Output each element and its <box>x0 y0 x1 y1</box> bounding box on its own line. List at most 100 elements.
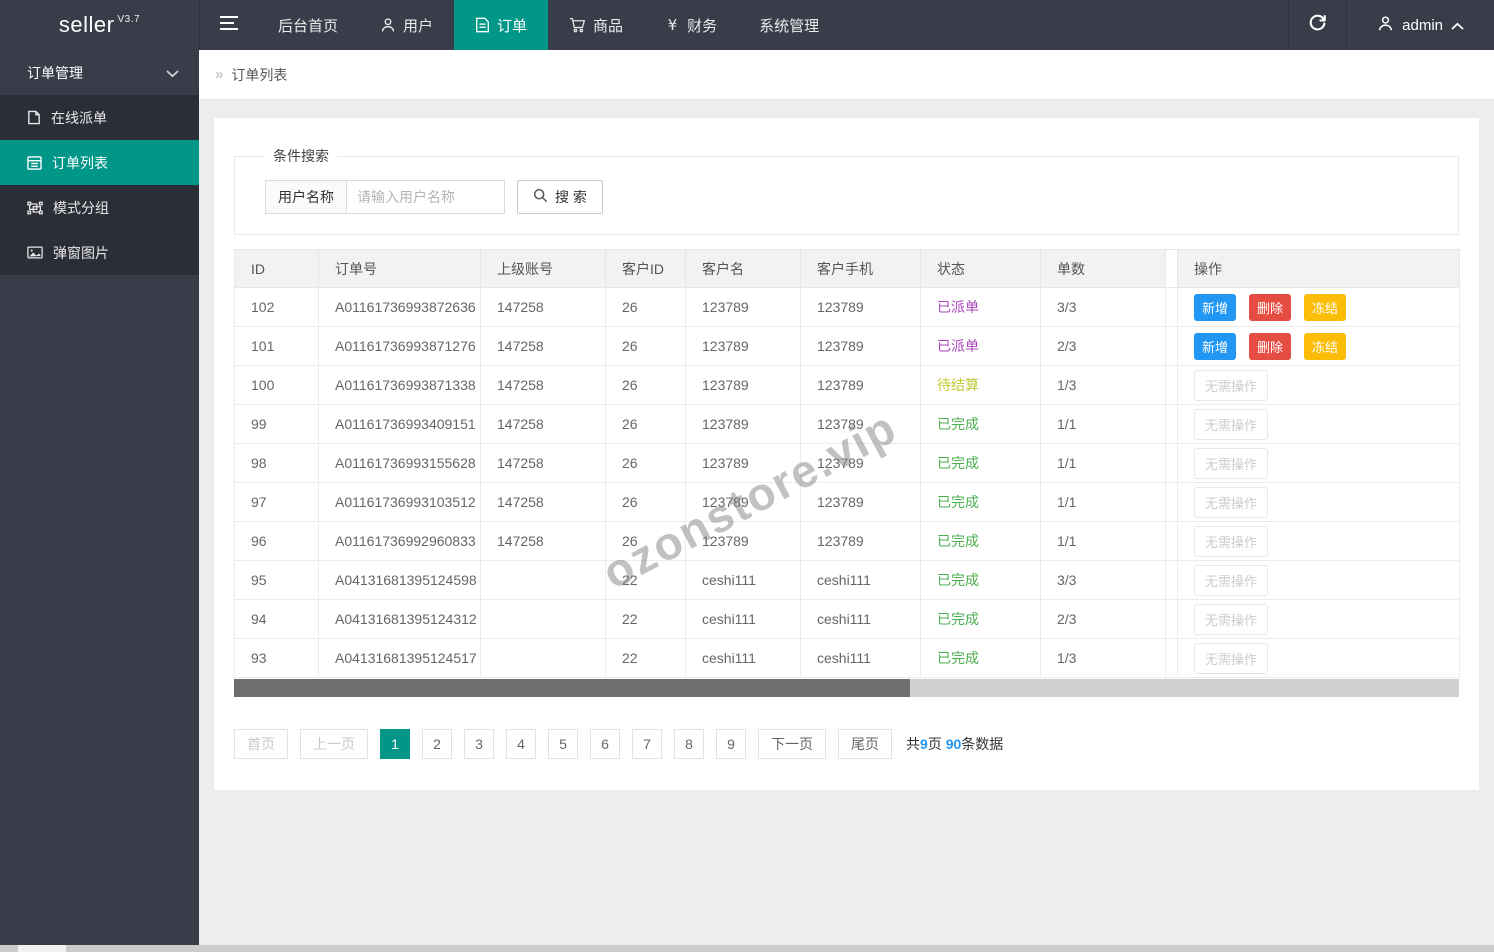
refresh-button[interactable] <box>1288 0 1346 50</box>
add-button[interactable]: 新增 <box>1194 332 1237 360</box>
table-row: 93 A04131681395124517 22 ceshi111 ceshi111 已完… <box>234 638 1460 678</box>
sidebar-item-3[interactable]: 弹窗图片 <box>0 230 199 275</box>
cell-actions: 无需操作 <box>1177 599 1460 639</box>
user-menu[interactable]: admin <box>1346 0 1494 50</box>
no-action-button: 无需操作 <box>1194 642 1269 674</box>
cell-parent <box>480 638 606 678</box>
nav-item-label: 系统管理 <box>759 17 820 35</box>
nav-item-5[interactable]: 系统管理 <box>738 0 840 50</box>
next-page-button[interactable]: 下一页 <box>758 729 826 759</box>
chevron-up-icon <box>1451 17 1464 34</box>
column-header-2: 上级账号 <box>480 249 606 288</box>
last-page-button[interactable]: 尾页 <box>838 729 892 759</box>
sidebar-item-label: 订单列表 <box>52 154 108 171</box>
sidebar-item-label: 弹窗图片 <box>53 244 109 261</box>
cell-customer_id: 26 <box>605 404 686 444</box>
cell-customer_id: 26 <box>605 521 686 561</box>
summary-total-pages: 9 <box>920 736 928 752</box>
app-logo: seller V3.7 <box>0 0 199 50</box>
cell-actions: 新增 删除 冻结 <box>1177 287 1460 327</box>
cell-customer_name: 123789 <box>685 443 801 483</box>
nav-item-label: 订单 <box>497 17 528 35</box>
pagination: 首页 上一页 1 2 3 4 5 6 7 8 9 下一页 尾页 共9页 90条数据 <box>234 729 1459 759</box>
cell-status: 已完成 <box>920 482 1041 522</box>
cell-status: 已完成 <box>920 638 1041 678</box>
column-spacer <box>1165 326 1178 366</box>
table-header-row: ID 订单号 上级账号 客户ID 客户名 客户手机 状态 单数 操作 <box>234 249 1460 288</box>
app-name: seller <box>58 12 115 37</box>
sidebar-group-order-management[interactable]: 订单管理 <box>0 50 199 95</box>
nav-item-1[interactable]: 用户 <box>359 0 454 50</box>
window-horizontal-scrollbar[interactable] <box>0 945 1494 952</box>
cell-id: 99 <box>234 404 319 444</box>
column-header-6: 状态 <box>920 249 1041 288</box>
cell-id: 97 <box>234 482 319 522</box>
nav-item-0[interactable]: 后台首页 <box>257 0 359 50</box>
cell-parent: 147258 <box>480 365 606 405</box>
cell-id: 96 <box>234 521 319 561</box>
main-nav: 后台首页 用户 订单 商品 ¥ 财务 系统管理 <box>257 0 840 50</box>
page-button-8[interactable]: 8 <box>674 729 704 759</box>
sidebar-group-label: 订单管理 <box>27 64 83 81</box>
table-row: 95 A04131681395124598 22 ceshi111 ceshi111 已完… <box>234 560 1460 600</box>
page-button-4[interactable]: 4 <box>506 729 536 759</box>
nav-item-2[interactable]: 订单 <box>454 0 549 50</box>
list-icon <box>27 155 42 170</box>
add-button[interactable]: 新增 <box>1194 293 1237 321</box>
column-spacer <box>1165 482 1178 522</box>
chevron-down-icon <box>166 65 179 81</box>
cell-count: 1/1 <box>1040 404 1166 444</box>
cell-customer_phone: 123789 <box>800 521 921 561</box>
page-button-9[interactable]: 9 <box>716 729 746 759</box>
user-icon <box>380 17 396 33</box>
delete-button[interactable]: 删除 <box>1249 332 1292 360</box>
page-button-6[interactable]: 6 <box>590 729 620 759</box>
sidebar-item-1[interactable]: 订单列表 <box>0 140 199 185</box>
cell-actions: 无需操作 <box>1177 404 1460 444</box>
cell-status: 已完成 <box>920 560 1041 600</box>
cell-parent <box>480 560 606 600</box>
table-row: 94 A04131681395124312 22 ceshi111 ceshi111 已完… <box>234 599 1460 639</box>
cell-order_no: A04131681395124517 <box>318 638 481 678</box>
menu-toggle-button[interactable] <box>199 0 257 50</box>
page-button-1[interactable]: 1 <box>380 729 410 759</box>
column-header-3: 客户ID <box>605 249 686 288</box>
cell-count: 1/1 <box>1040 443 1166 483</box>
cell-count: 2/3 <box>1040 326 1166 366</box>
cell-order_no: A01161736992960833 <box>318 521 481 561</box>
column-spacer <box>1165 365 1178 405</box>
cell-actions: 无需操作 <box>1177 638 1460 678</box>
cell-customer_id: 22 <box>605 638 686 678</box>
cell-parent: 147258 <box>480 521 606 561</box>
cell-status: 已完成 <box>920 599 1041 639</box>
delete-button[interactable]: 删除 <box>1249 293 1292 321</box>
sidebar-item-0[interactable]: 在线派单 <box>0 95 199 140</box>
page-button-5[interactable]: 5 <box>548 729 578 759</box>
cell-count: 1/1 <box>1040 521 1166 561</box>
sidebar-item-2[interactable]: 模式分组 <box>0 185 199 230</box>
cell-id: 101 <box>234 326 319 366</box>
cell-parent: 147258 <box>480 287 606 327</box>
nav-item-4[interactable]: ¥ 财务 <box>644 0 738 50</box>
cell-count: 1/3 <box>1040 638 1166 678</box>
freeze-button[interactable]: 冻结 <box>1304 332 1347 360</box>
search-button[interactable]: 搜 索 <box>517 180 603 214</box>
cell-customer_name: 123789 <box>685 521 801 561</box>
cell-count: 3/3 <box>1040 560 1166 600</box>
cell-customer_id: 26 <box>605 287 686 327</box>
page-button-3[interactable]: 3 <box>464 729 494 759</box>
cell-customer_name: 123789 <box>685 404 801 444</box>
page-button-2[interactable]: 2 <box>422 729 452 759</box>
window-scrollbar-thumb[interactable] <box>18 945 66 952</box>
table-horizontal-scrollbar[interactable] <box>234 679 1459 697</box>
page-button-7[interactable]: 7 <box>632 729 662 759</box>
search-button-label: 搜 索 <box>555 189 587 205</box>
column-spacer <box>1165 599 1178 639</box>
cell-count: 1/3 <box>1040 365 1166 405</box>
freeze-button[interactable]: 冻结 <box>1304 293 1347 321</box>
table-scrollbar-thumb[interactable] <box>234 679 910 697</box>
top-navbar: seller V3.7 后台首页 用户 订单 商品 ¥ 财务 系统管理 admin <box>0 0 1494 50</box>
username-input[interactable] <box>347 180 505 214</box>
nav-item-label: 用户 <box>403 17 434 35</box>
nav-item-3[interactable]: 商品 <box>548 0 644 50</box>
